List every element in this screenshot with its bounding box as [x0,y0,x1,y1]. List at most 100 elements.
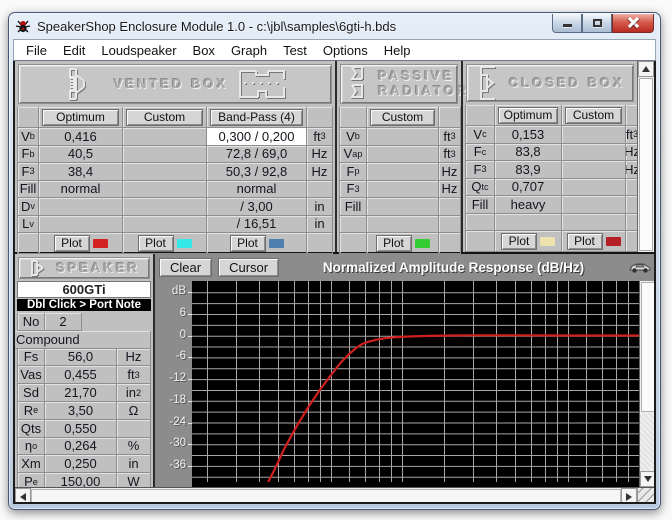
y-tick-mark [188,379,192,380]
scroll-track[interactable] [640,413,656,471]
driver-count-cell[interactable]: 2 [45,313,82,331]
value-cell[interactable]: 0,707 [495,179,562,197]
value-cell[interactable] [367,216,439,234]
plot-button[interactable]: Plot [501,233,537,250]
value-cell[interactable]: 40,5 [39,146,123,164]
value-cell[interactable] [367,128,439,146]
value-cell[interactable]: / 16,51 [207,216,307,234]
value-cell[interactable] [367,198,439,216]
plot-button[interactable]: Plot [230,235,266,252]
cursor-button[interactable]: Cursor [218,258,279,277]
value-cell[interactable]: 0,250 [45,455,117,473]
row-label: Sd [17,384,45,402]
value-cell[interactable] [495,214,562,232]
value-cell[interactable] [562,214,626,232]
value-cell[interactable]: 0,455 [45,366,117,384]
value-cell[interactable]: 38,4 [39,163,123,181]
optimum-button[interactable]: Optimum [498,107,558,124]
value-cell[interactable] [562,161,626,179]
plot-button[interactable]: Plot [376,235,412,252]
menu-item-help[interactable]: Help [376,41,419,60]
scroll-thumb[interactable] [641,282,655,412]
value-cell[interactable]: 72,8 / 69,0 [207,146,307,164]
band-pass-4--button[interactable]: Band-Pass (4) [210,109,303,126]
value-cell[interactable] [123,128,207,146]
value-cell[interactable]: 50,3 / 92,8 [207,163,307,181]
vented-box-header[interactable]: VENTED BOX [18,64,332,104]
value-cell[interactable] [562,179,626,197]
menu-item-box[interactable]: Box [185,41,223,60]
menu-item-options[interactable]: Options [315,41,376,60]
menu-item-loudspeaker[interactable]: Loudspeaker [93,41,184,60]
arrow-left-icon [20,493,26,501]
chart-toolbar: Clear Cursor Normalized Amplitude Respon… [155,254,656,281]
vent-port-icon [236,65,288,103]
enclosure-vertical-scrollbar[interactable] [637,61,654,252]
menu-item-edit[interactable]: Edit [55,41,93,60]
row-label: Fill [339,198,367,216]
driver-config-cell[interactable]: Compound [13,331,151,349]
custom-button[interactable]: Custom [565,107,622,124]
scroll-down-button[interactable] [640,471,656,487]
unit-label [626,196,637,214]
plot-button[interactable]: Plot [138,235,174,252]
plot-button[interactable]: Plot [54,235,90,252]
plot-row-spacer [626,231,637,252]
value-cell[interactable] [39,198,123,216]
car-icon[interactable] [628,261,652,274]
value-cell[interactable]: / 3,00 [207,198,307,216]
value-cell[interactable]: normal [207,181,307,199]
value-cell[interactable] [123,198,207,216]
menu-item-file[interactable]: File [18,41,55,60]
value-cell[interactable]: 3,50 [45,402,117,420]
port-note-bar[interactable]: Dbl Click > Port Note [17,299,151,311]
value-cell[interactable] [123,163,207,181]
value-cell[interactable] [562,126,626,144]
value-cell[interactable]: 0,264 [45,438,117,456]
value-cell[interactable] [367,181,439,199]
value-cell[interactable]: 21,70 [45,384,117,402]
value-cell[interactable] [123,181,207,199]
custom-button[interactable]: Custom [126,109,203,126]
resize-grip[interactable] [637,488,654,504]
value-cell[interactable] [367,163,439,181]
custom-button[interactable]: Custom [370,109,435,126]
y-tick-mark [188,292,192,293]
close-button[interactable] [612,14,654,33]
value-cell[interactable]: 0,550 [45,420,117,438]
clear-button[interactable]: Clear [159,258,212,277]
value-cell[interactable]: 56,0 [45,349,117,367]
plot-area[interactable] [192,281,639,487]
menu-item-test[interactable]: Test [275,41,315,60]
minimize-button[interactable] [552,14,582,33]
value-cell[interactable]: 83,8 [495,144,562,162]
value-cell[interactable] [562,196,626,214]
menu-item-graph[interactable]: Graph [223,41,275,60]
value-cell[interactable] [123,146,207,164]
scroll-left-button[interactable] [15,488,31,504]
title-bar[interactable]: SpeakerShop Enclosure Module 1.0 - c:\jb… [13,13,656,39]
maximize-button[interactable] [582,14,612,33]
value-cell[interactable]: 0,153 [495,126,562,144]
chart-vertical-scrollbar[interactable] [639,281,656,487]
optimum-button[interactable]: Optimum [42,109,119,126]
value-cell[interactable]: 83,9 [495,161,562,179]
speaker-header[interactable]: SPEAKER [18,257,150,279]
value-cell[interactable]: 0,300 / 0,200 [207,128,307,146]
plot-button[interactable]: Plot [567,233,603,250]
scroll-thumb[interactable] [639,78,653,251]
value-cell[interactable] [562,144,626,162]
value-cell[interactable]: heavy [495,196,562,214]
speaker-model[interactable]: 600GTi [17,281,151,298]
scroll-thumb[interactable] [31,489,621,504]
closed-box-header[interactable]: CLOSED BOX [466,64,634,102]
value-cell[interactable] [367,146,439,164]
value-cell[interactable] [123,216,207,234]
scroll-right-button[interactable] [621,488,637,504]
value-cell[interactable]: normal [39,181,123,199]
horizontal-scrollbar[interactable] [15,487,654,504]
scroll-up-button[interactable] [638,61,654,77]
value-cell[interactable]: 0,416 [39,128,123,146]
value-cell[interactable] [39,216,123,234]
passive-radiator-header[interactable]: PASSIVE RADIATOR [340,64,458,104]
